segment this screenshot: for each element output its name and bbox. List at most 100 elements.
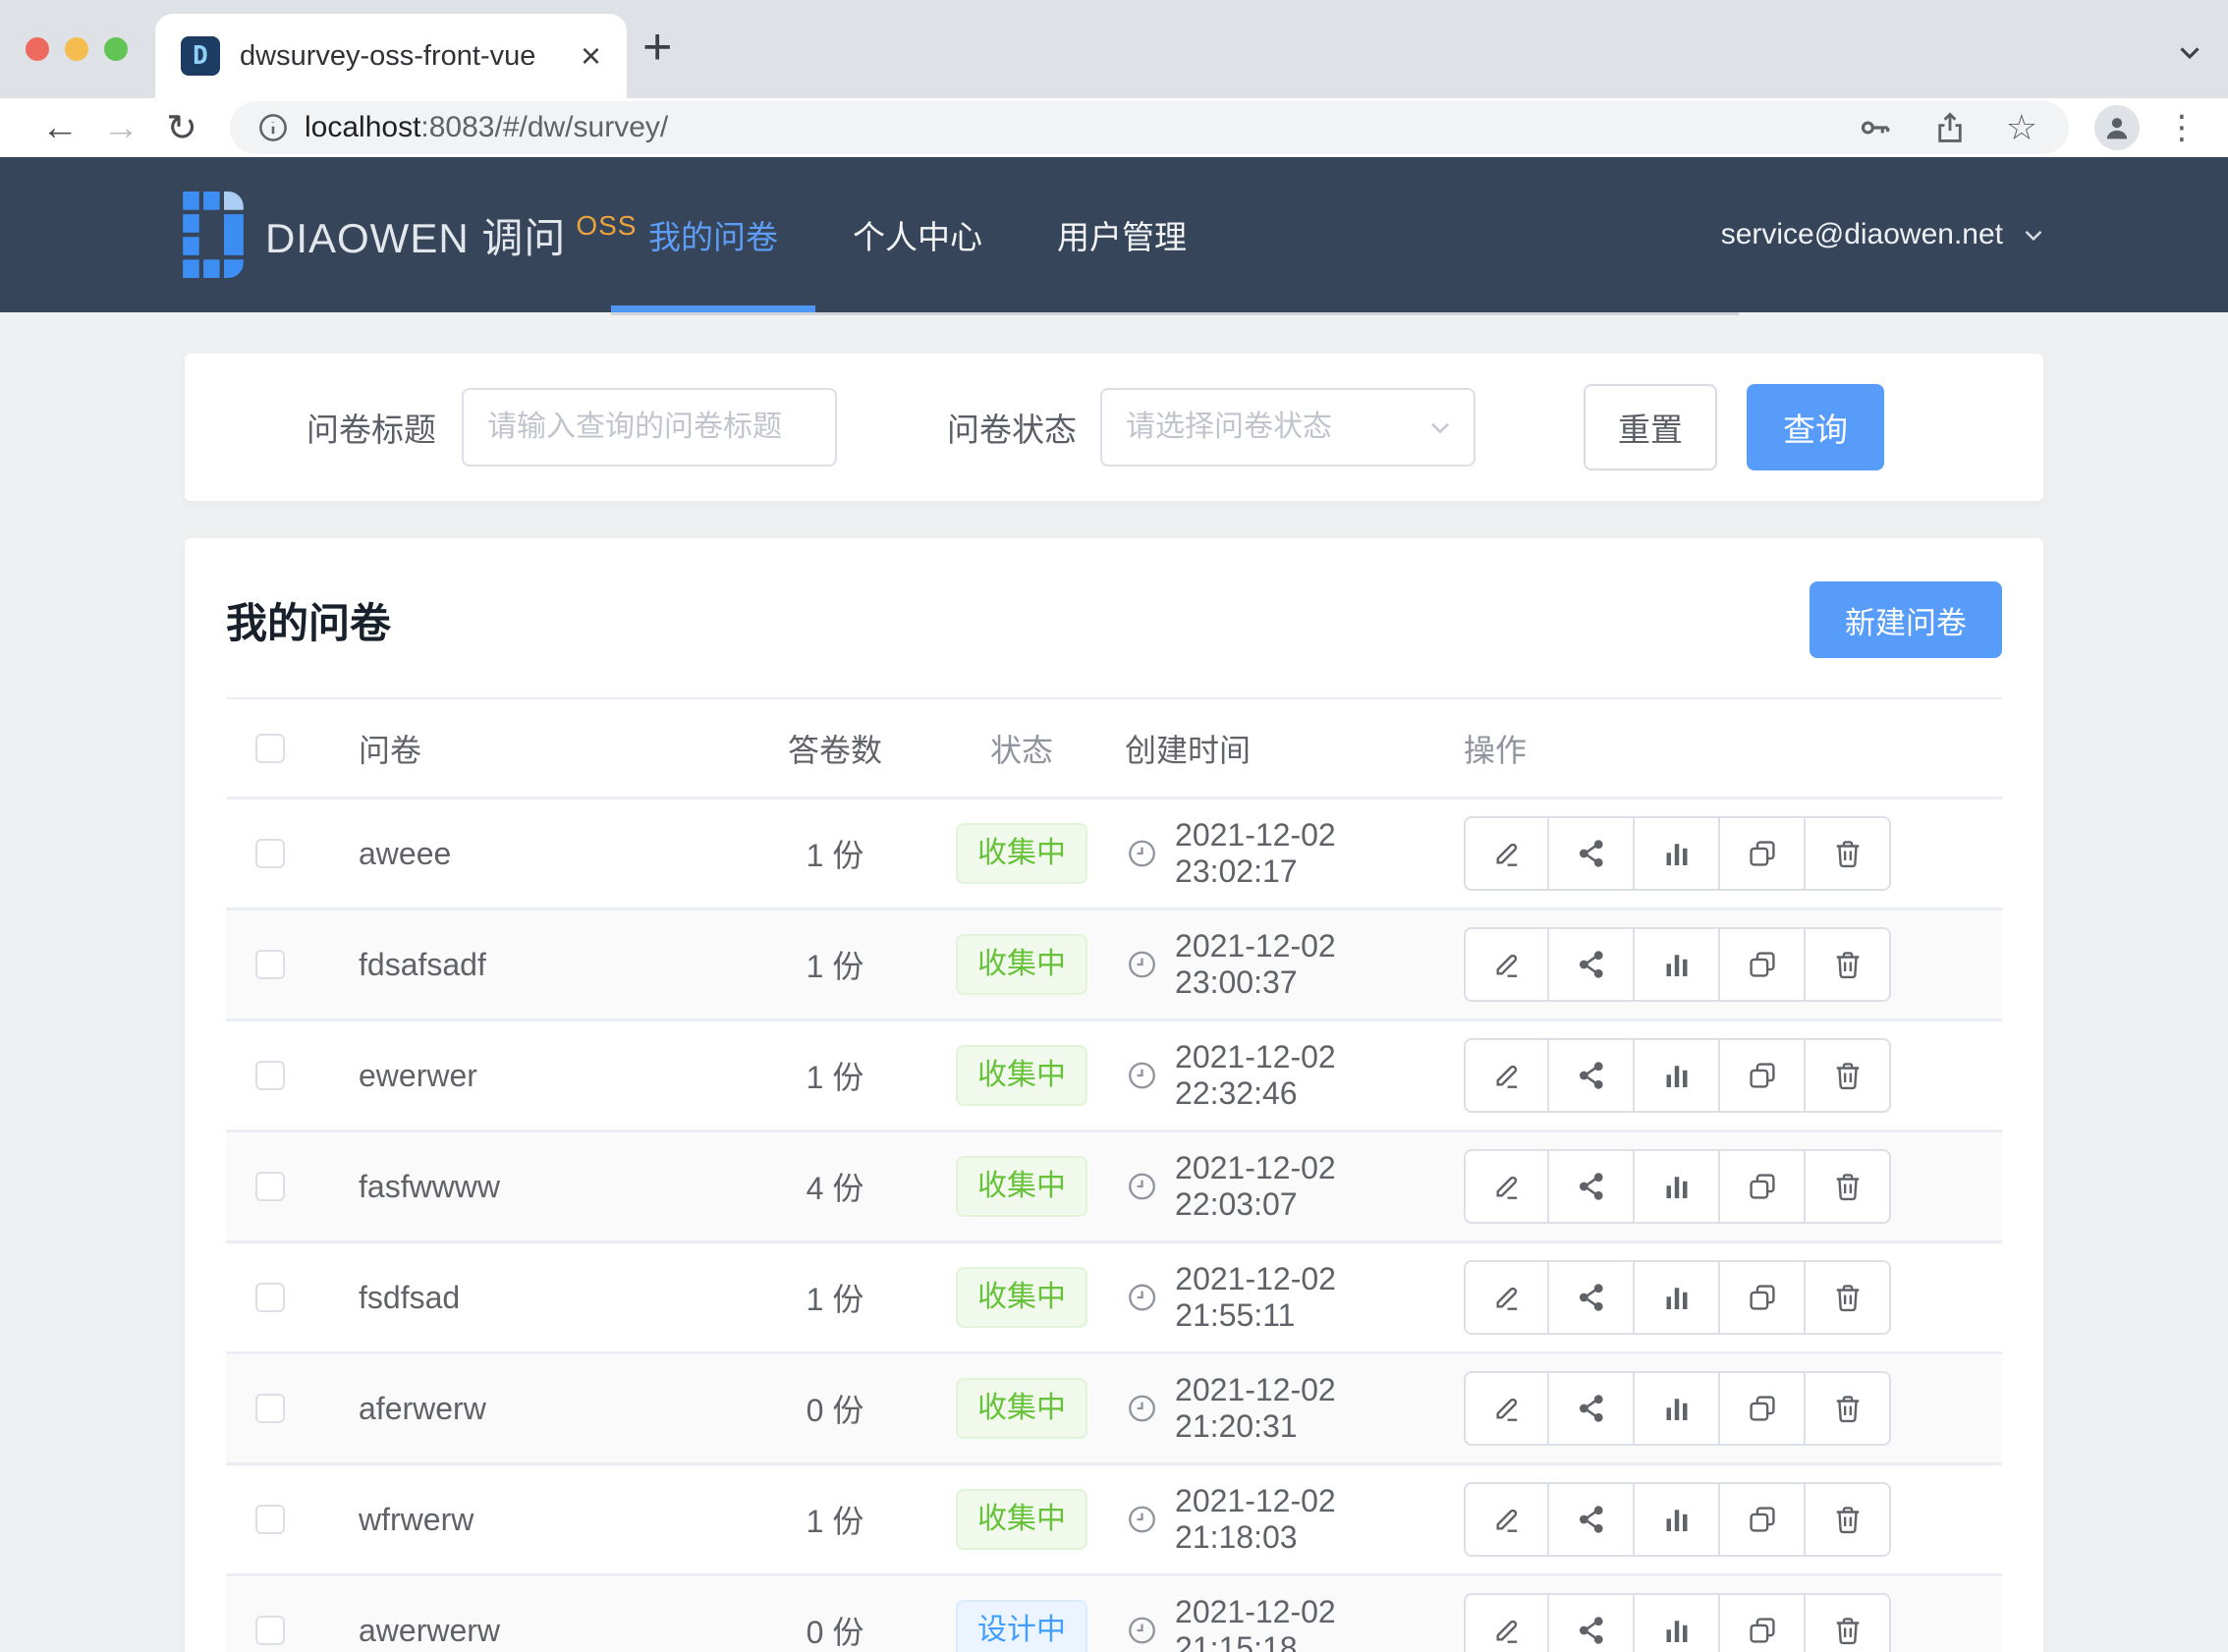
copy-button[interactable] [1720, 1482, 1806, 1557]
row-checkbox[interactable] [255, 1061, 285, 1090]
answer-count: 1 份 [727, 1053, 943, 1098]
survey-title[interactable]: wfrwerw [314, 1502, 727, 1538]
survey-title[interactable]: ewerwer [314, 1058, 727, 1094]
clock-icon [1125, 947, 1159, 982]
brand[interactable]: DIAOWEN 调问OSS [183, 192, 637, 278]
survey-title[interactable]: awerwerw [314, 1613, 727, 1649]
delete-button[interactable] [1806, 1038, 1891, 1113]
create-survey-button[interactable]: 新建问卷 [1810, 581, 2002, 658]
share-button[interactable] [1549, 1371, 1635, 1446]
menu-item-profile[interactable]: 个人中心 [815, 157, 1020, 312]
share-button[interactable] [1549, 816, 1635, 891]
stats-button[interactable] [1635, 1482, 1720, 1557]
delete-button[interactable] [1806, 1371, 1891, 1446]
survey-status-select[interactable] [1100, 388, 1476, 467]
tab-list-chevron-icon[interactable] [2173, 35, 2206, 74]
table-row: awerwerw 0 份 设计中 2021-12-02 21:15:18 [226, 1576, 2002, 1652]
delete-button[interactable] [1806, 816, 1891, 891]
browser-urlbar: ← → ↻ localhost:8083/#/dw/survey/ ☆ ⋮ [0, 98, 2228, 157]
info-icon[interactable] [255, 110, 291, 145]
row-checkbox[interactable] [255, 1283, 285, 1312]
delete-button[interactable] [1806, 1593, 1891, 1652]
edit-button[interactable] [1464, 1260, 1549, 1335]
survey-title[interactable]: fsdfsad [314, 1280, 727, 1316]
row-checkbox[interactable] [255, 1616, 285, 1645]
trash-icon [1830, 1613, 1866, 1648]
copy-icon [1745, 1502, 1780, 1537]
share-button[interactable] [1549, 1482, 1635, 1557]
stats-button[interactable] [1635, 1260, 1720, 1335]
close-tab-icon[interactable]: × [581, 38, 601, 74]
copy-button[interactable] [1720, 1593, 1806, 1652]
menu-item-user-admin[interactable]: 用户管理 [1020, 157, 1224, 312]
survey-title[interactable]: aweee [314, 836, 727, 872]
copy-button[interactable] [1720, 1149, 1806, 1224]
close-window-button[interactable] [26, 37, 49, 61]
reset-button[interactable]: 重置 [1584, 384, 1717, 470]
row-checkbox[interactable] [255, 1505, 285, 1534]
share-icon [1574, 836, 1609, 871]
maximize-window-button[interactable] [104, 37, 128, 61]
edit-button[interactable] [1464, 816, 1549, 891]
survey-status-select-input[interactable] [1100, 388, 1476, 467]
stats-button[interactable] [1635, 1038, 1720, 1113]
stats-button[interactable] [1635, 1593, 1720, 1652]
copy-icon [1745, 1280, 1780, 1315]
row-checkbox[interactable] [255, 950, 285, 979]
copy-icon [1745, 947, 1780, 982]
share-button[interactable] [1549, 1149, 1635, 1224]
copy-button[interactable] [1720, 1371, 1806, 1446]
new-tab-button[interactable]: + [642, 18, 672, 77]
bar-chart-icon [1659, 1280, 1695, 1315]
delete-button[interactable] [1806, 1482, 1891, 1557]
share-button[interactable] [1549, 1038, 1635, 1113]
edit-button[interactable] [1464, 1482, 1549, 1557]
reload-icon[interactable]: ↻ [151, 106, 212, 150]
menu-item-my-surveys[interactable]: 我的问卷 [611, 157, 815, 312]
bookmark-star-icon[interactable]: ☆ [2006, 107, 2037, 148]
delete-button[interactable] [1806, 927, 1891, 1002]
share-button[interactable] [1549, 927, 1635, 1002]
user-dropdown[interactable]: service@diaowen.net [1721, 218, 2048, 251]
share-button[interactable] [1549, 1260, 1635, 1335]
edit-button[interactable] [1464, 1038, 1549, 1113]
survey-title[interactable]: fasfwwww [314, 1169, 727, 1205]
copy-button[interactable] [1720, 1260, 1806, 1335]
copy-button[interactable] [1720, 816, 1806, 891]
delete-button[interactable] [1806, 1260, 1891, 1335]
edit-button[interactable] [1464, 1149, 1549, 1224]
edit-button[interactable] [1464, 1593, 1549, 1652]
edit-button[interactable] [1464, 1371, 1549, 1446]
stats-button[interactable] [1635, 1149, 1720, 1224]
profile-avatar[interactable] [2094, 105, 2140, 150]
minimize-window-button[interactable] [65, 37, 88, 61]
traffic-lights [26, 37, 128, 61]
select-all-checkbox[interactable] [255, 734, 285, 763]
browser-tab[interactable]: D dwsurvey-oss-front-vue × [155, 14, 627, 98]
pencil-icon [1489, 836, 1525, 871]
share-page-icon[interactable] [1931, 109, 1969, 146]
copy-button[interactable] [1720, 1038, 1806, 1113]
survey-title[interactable]: aferwerw [314, 1391, 727, 1427]
status-badge: 收集中 [956, 1156, 1087, 1217]
row-checkbox[interactable] [255, 1394, 285, 1423]
survey-title[interactable]: fdsafsadf [314, 947, 727, 983]
survey-title-input[interactable] [462, 388, 837, 467]
row-checkbox[interactable] [255, 1172, 285, 1201]
row-checkbox[interactable] [255, 839, 285, 868]
share-button[interactable] [1549, 1593, 1635, 1652]
copy-button[interactable] [1720, 927, 1806, 1002]
clock-icon [1125, 1058, 1159, 1093]
back-icon[interactable]: ← [29, 107, 90, 149]
edit-button[interactable] [1464, 927, 1549, 1002]
search-button[interactable]: 查询 [1747, 384, 1884, 470]
key-icon[interactable] [1857, 109, 1894, 146]
delete-button[interactable] [1806, 1149, 1891, 1224]
stats-button[interactable] [1635, 816, 1720, 891]
stats-button[interactable] [1635, 1371, 1720, 1446]
table-body: aweee 1 份 收集中 2021-12-02 23:02:17 [226, 799, 2002, 1652]
forward-icon[interactable]: → [90, 107, 151, 149]
stats-button[interactable] [1635, 927, 1720, 1002]
browser-menu-icon[interactable]: ⋮ [2165, 108, 2199, 147]
address-bar[interactable]: localhost:8083/#/dw/survey/ ☆ [230, 101, 2069, 154]
